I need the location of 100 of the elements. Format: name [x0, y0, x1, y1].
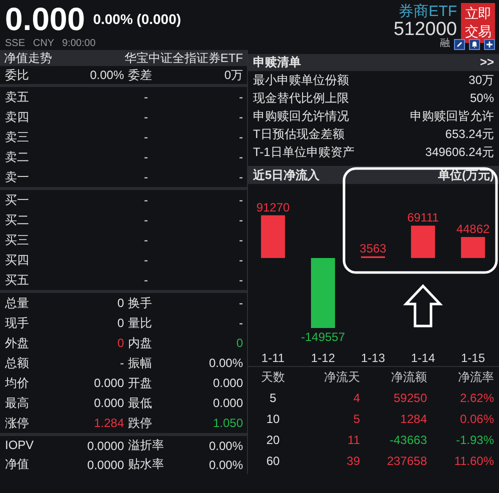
field-value: 0.000: [92, 396, 124, 410]
field-label: 溢折率: [127, 437, 165, 454]
field-value: 0.0000: [86, 438, 124, 452]
order-price: -: [143, 213, 148, 227]
table-cell-text: 11: [346, 432, 360, 449]
value-label: -149557: [300, 330, 346, 344]
bar: [411, 226, 435, 258]
table-cell-text: 0.06%: [458, 411, 494, 428]
table-cell-text: 39: [346, 453, 360, 470]
order-label: 买二: [5, 212, 30, 229]
axis-label: 1-14: [410, 351, 436, 365]
field-value: 0万: [223, 66, 243, 84]
field-value: 0.000: [212, 376, 243, 390]
value-label: 91270: [256, 200, 290, 214]
order-label: 买一: [5, 192, 30, 209]
fund-full-name: 华宝中证全指证券ETF: [124, 50, 243, 66]
field-value: 0: [235, 336, 243, 350]
field-label: IOPV: [5, 437, 35, 454]
edit-icon[interactable]: [454, 38, 465, 50]
field-label: 最低: [127, 395, 153, 412]
chart-title: 近5日净流入: [253, 167, 320, 184]
table-cell-text: -43663: [388, 432, 427, 449]
order-price: -: [143, 90, 148, 104]
field-label: T日预估现金差额: [253, 126, 344, 143]
table-cell-text: 5: [268, 390, 278, 407]
table-cell-text: 59250: [392, 390, 427, 407]
column-header: 净流额: [390, 369, 427, 386]
field-label: 内盘: [127, 335, 153, 352]
field-value: -: [119, 356, 124, 370]
field-value: 30万: [468, 72, 494, 89]
field-value: 349606.24元: [425, 144, 494, 161]
field-label: 换手: [127, 295, 153, 312]
currency-label: CNY: [33, 38, 54, 50]
order-price: -: [143, 253, 148, 267]
field-value: 1.284: [92, 416, 124, 430]
field-label: 均价: [5, 375, 30, 392]
order-price: -: [143, 150, 148, 164]
table-cell-text: 237658: [386, 453, 427, 470]
field-value: 0: [116, 296, 124, 310]
bar: [461, 237, 485, 258]
table-cell-text: 5: [352, 411, 360, 428]
panel-title: 净值走势: [4, 50, 52, 66]
field-value: 0.000: [92, 376, 124, 390]
margin-tag: 融: [440, 38, 450, 50]
field-label: 量比: [127, 315, 153, 332]
field-value: 0.00%: [208, 438, 243, 452]
field-label: 振幅: [127, 355, 153, 372]
field-label: 外盘: [5, 335, 30, 352]
plus-icon[interactable]: [484, 38, 495, 50]
table-cell-text: 10: [265, 411, 281, 428]
order-price: -: [143, 193, 148, 207]
expand-link[interactable]: >>: [480, 54, 494, 71]
field-label: 总额: [5, 355, 30, 372]
order-volume: -: [238, 193, 243, 207]
order-volume: -: [238, 273, 243, 287]
table-cell-text: 1284: [399, 411, 427, 428]
trade-button[interactable]: 立即交易: [461, 3, 495, 43]
order-volume: -: [238, 150, 243, 164]
table-cell-text: 20: [265, 432, 281, 449]
bar: [261, 215, 285, 258]
order-volume: -: [238, 213, 243, 227]
price-change: 0.00% (0.000): [93, 11, 182, 27]
order-price: -: [143, 130, 148, 144]
table-cell-text: 60: [265, 453, 281, 470]
order-volume: -: [238, 170, 243, 184]
order-label: 卖五: [5, 89, 30, 106]
order-volume: -: [238, 90, 243, 104]
order-label: 卖四: [5, 109, 30, 126]
order-label: 买三: [5, 232, 30, 249]
table-cell-text: -1.93%: [454, 432, 494, 449]
field-value: 653.24元: [445, 126, 494, 143]
order-price: -: [143, 233, 148, 247]
field-value: 0.00%: [88, 68, 124, 82]
column-header: 净流天: [323, 369, 360, 386]
field-label: 跌停: [127, 415, 153, 432]
value-label: 44862: [456, 222, 490, 236]
order-label: 卖二: [5, 149, 30, 166]
order-volume: -: [238, 253, 243, 267]
field-value: -: [238, 296, 243, 310]
field-label: 申购赎回允许情况: [253, 108, 349, 125]
order-price: -: [143, 170, 148, 184]
table-cell-text: 2.62%: [458, 390, 494, 407]
panel-title: 申赎清单: [253, 54, 301, 71]
field-value: 0.000: [212, 396, 243, 410]
field-value: 1.050: [212, 416, 243, 430]
axis-label: 1-15: [460, 351, 486, 365]
order-price: -: [143, 273, 148, 287]
time-label: 9:00:00: [62, 38, 96, 50]
bell-icon[interactable]: [469, 38, 480, 50]
value-label: 69111: [407, 210, 439, 225]
order-volume: -: [238, 110, 243, 124]
field-label: 开盘: [127, 375, 153, 392]
field-value: 50%: [470, 90, 494, 107]
field-value: 0: [116, 336, 124, 350]
value-label: 3563: [360, 241, 386, 256]
field-label: 贴水率: [127, 456, 165, 473]
column-header: 净流率: [457, 369, 494, 386]
field-label: 现金替代比例上限: [253, 90, 349, 107]
column-header: 天数: [260, 369, 286, 386]
field-label: 委比: [5, 67, 30, 84]
